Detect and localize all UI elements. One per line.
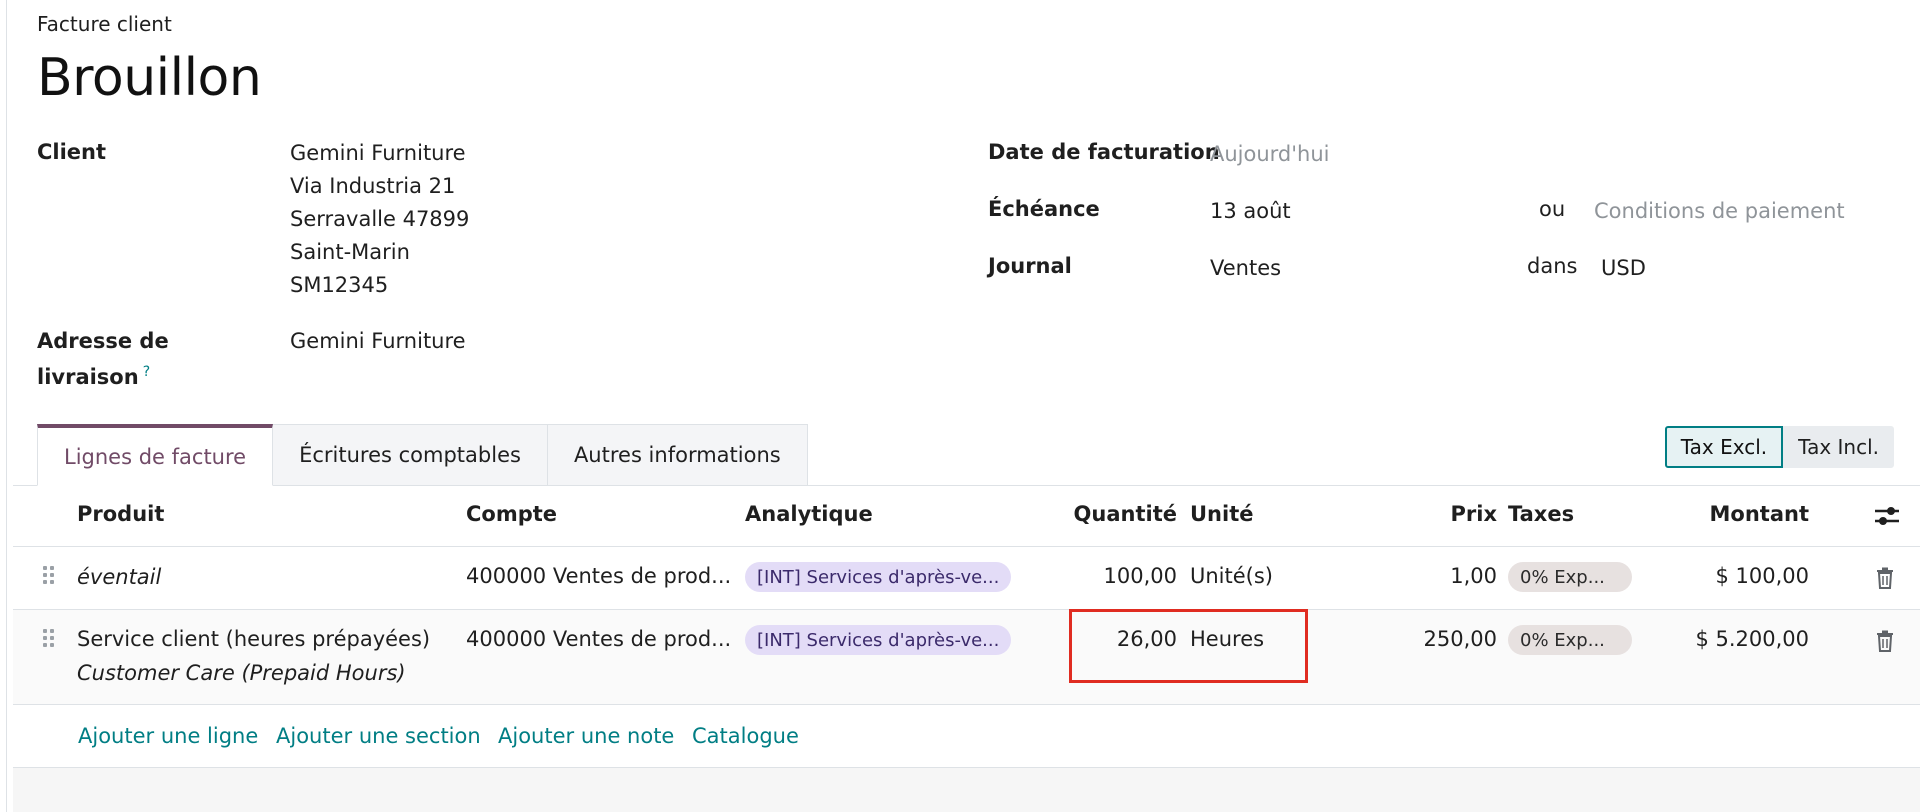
add-section-link[interactable]: Ajouter une section	[276, 724, 481, 748]
trash-icon[interactable]	[1875, 630, 1895, 652]
in-label: dans	[1527, 254, 1578, 278]
notebook-tabs: Lignes de facture Écritures comptables A…	[37, 424, 808, 486]
quantity-unit-highlight-box	[1069, 609, 1308, 683]
due-date-label: Échéance	[988, 197, 1100, 221]
customer-address-line: Serravalle 47899	[290, 207, 470, 231]
line-price[interactable]: 250,00	[1387, 627, 1497, 651]
payment-terms-input[interactable]: Conditions de paiement	[1594, 199, 1845, 223]
table-header-separator	[13, 546, 1920, 547]
line-account[interactable]: 400000 Ventes de prod...	[466, 564, 731, 588]
table-footer	[13, 767, 1920, 812]
or-label: ou	[1539, 197, 1566, 221]
invoice-date-input[interactable]: Aujourd'hui	[1210, 142, 1330, 166]
tax-badge[interactable]: 0% Exp...	[1508, 625, 1632, 655]
column-header-analytic[interactable]: Analytique	[745, 502, 873, 526]
add-line-link[interactable]: Ajouter une ligne	[78, 724, 258, 748]
document-type-label: Facture client	[37, 12, 172, 36]
delivery-address-field[interactable]: Gemini Furniture	[290, 329, 466, 353]
journal-input[interactable]: Ventes	[1210, 256, 1281, 280]
column-header-amount[interactable]: Montant	[1637, 502, 1809, 526]
customer-field[interactable]: Gemini Furniture Via Industria 21 Serrav…	[290, 137, 469, 302]
add-note-link[interactable]: Ajouter une note	[498, 724, 674, 748]
line-price[interactable]: 1,00	[1387, 564, 1497, 588]
tab-invoice-lines[interactable]: Lignes de facture	[37, 424, 274, 486]
journal-label: Journal	[988, 254, 1072, 278]
invoice-form-sheet: Facture client Brouillon Client Gemini F…	[6, 0, 1920, 812]
column-header-quantity[interactable]: Quantité	[1047, 502, 1177, 526]
optional-columns-icon[interactable]	[1874, 505, 1900, 527]
line-product[interactable]: Service client (heures prépayées)	[77, 627, 430, 651]
customer-address-line: Saint-Marin	[290, 240, 410, 264]
analytic-tag-badge[interactable]: [INT] Services d'après-ve...	[745, 562, 1012, 592]
tax-included-button[interactable]: Tax Incl.	[1783, 426, 1894, 468]
line-account[interactable]: 400000 Ventes de prod...	[466, 627, 731, 651]
analytic-tag-badge[interactable]: [INT] Services d'après-ve...	[745, 625, 1012, 655]
trash-icon[interactable]	[1875, 567, 1895, 589]
column-header-product[interactable]: Produit	[77, 502, 164, 526]
invoice-status-title: Brouillon	[37, 48, 262, 108]
line-unit[interactable]: Unité(s)	[1190, 564, 1273, 588]
tab-other-info[interactable]: Autres informations	[546, 424, 808, 486]
line-description[interactable]: Customer Care (Prepaid Hours)	[77, 661, 406, 685]
column-header-account[interactable]: Compte	[466, 502, 557, 526]
row-separator	[13, 704, 1920, 705]
line-amount: $ 100,00	[1715, 564, 1809, 588]
customer-address-line: SM12345	[290, 273, 389, 297]
column-header-taxes[interactable]: Taxes	[1508, 502, 1574, 526]
customer-label: Client	[37, 140, 107, 164]
line-quantity[interactable]: 100,00	[1047, 564, 1177, 588]
drag-handle-icon[interactable]	[43, 629, 57, 651]
drag-handle-icon[interactable]	[43, 566, 57, 588]
catalog-link[interactable]: Catalogue	[692, 724, 799, 748]
tax-display-toggle: Tax Excl. Tax Incl.	[1664, 426, 1894, 468]
delivery-address-label: Adresse de livraison?	[37, 329, 169, 389]
tab-journal-items[interactable]: Écritures comptables	[272, 424, 548, 486]
column-header-price[interactable]: Prix	[1387, 502, 1498, 526]
tax-badge[interactable]: 0% Exp...	[1508, 562, 1632, 592]
currency-input[interactable]: USD	[1601, 256, 1646, 280]
invoice-date-label: Date de facturation	[988, 140, 1220, 164]
customer-address-line: Via Industria 21	[290, 174, 456, 198]
tax-excluded-button[interactable]: Tax Excl.	[1664, 426, 1784, 468]
due-date-input[interactable]: 13 août	[1210, 199, 1291, 223]
customer-name[interactable]: Gemini Furniture	[290, 137, 469, 170]
column-header-unit[interactable]: Unité	[1190, 502, 1253, 526]
line-product[interactable]: éventail	[77, 565, 161, 589]
line-amount: $ 5.200,00	[1695, 627, 1809, 651]
help-tooltip-icon[interactable]: ?	[143, 364, 150, 380]
